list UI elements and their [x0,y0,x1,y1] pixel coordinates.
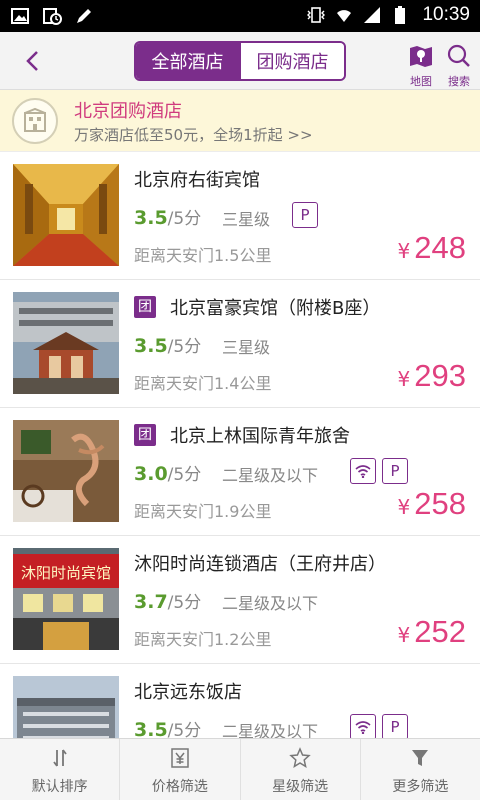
hotel-list: 北京府右街宾馆 3.5/5分 三星级 P 距离天安门1.5公里 ¥248 团北京… [0,152,480,738]
group-buy-badge: 团 [134,296,156,318]
parking-icon: P [292,202,318,228]
hotel-distance: 距离天安门1.2公里 [134,630,272,649]
hotel-rating: 3.5/5分 [134,335,202,357]
hotel-rating: 3.7/5分 [134,591,202,613]
hotel-logo-icon [12,98,58,144]
hotel-list-item[interactable]: 北京府右街宾馆 3.5/5分 三星级 P 距离天安门1.5公里 ¥248 [0,152,480,280]
hotel-star-level: 三星级 [222,338,271,357]
tab-label: 价格筛选 [151,779,208,795]
hotel-distance: 距离天安门1.5公里 [134,246,272,265]
banner-subtitle: 万家酒店低至50元，全场1折起 >> [74,126,313,144]
hotel-name: 北京远东饭店 [134,682,242,703]
filter-tab-bar: 默认排序 价格筛选 星级筛选 更多筛选 [0,738,480,800]
pencil-icon [77,9,91,23]
hotel-photo [13,292,119,394]
hotel-star-level: 三星级 [222,210,271,229]
map-icon [410,46,432,67]
parking-icon: P [382,458,408,484]
hotel-photo: 沐阳时尚宾馆 [13,548,119,650]
gallery-icon [11,8,29,24]
hotel-price: ¥248 [397,230,466,265]
signal-icon [364,7,381,23]
hotel-star-level: 二星级及以下 [222,722,319,738]
search-icon [447,44,470,67]
hotel-name: 团北京富豪宾馆（附楼B座） [134,294,380,320]
clock: 10:39 [422,4,470,25]
hotel-name: 团北京上林国际青年旅舍 [134,422,350,448]
tab-star-filter[interactable]: 星级筛选 [241,739,361,800]
hotel-star-level: 二星级及以下 [222,594,319,613]
hotel-star-level: 二星级及以下 [222,466,319,485]
amenity-tags: P [292,202,318,228]
filter-icon [412,750,429,766]
amenity-tags: P [350,714,408,738]
hotel-type-toggle: 全部酒店 团购酒店 [134,41,346,81]
tab-label: 星级筛选 [272,779,329,795]
sort-icon [52,749,67,767]
hotel-list-item[interactable]: 团北京富豪宾馆（附楼B座） 3.5/5分 三星级 距离天安门1.4公里 ¥293 [0,280,480,408]
hotel-sign-text: 沐阳时尚宾馆 [21,564,111,582]
top-header: 全部酒店 团购酒店 地图 搜索 [0,32,480,90]
tab-price-filter[interactable]: 价格筛选 [120,739,241,800]
vibrate-icon [307,7,326,23]
hotel-list-item[interactable]: 沐阳时尚宾馆 沐阳时尚连锁酒店（王府井店） 3.7/5分 二星级及以下 距离天安… [0,536,480,664]
tab-group-hotels[interactable]: 团购酒店 [239,43,344,79]
tab-label: 默认排序 [31,779,88,795]
search-button[interactable]: 搜索 [442,44,476,89]
tab-more-filter[interactable]: 更多筛选 [361,739,480,800]
hotel-price: ¥258 [397,486,466,521]
tab-all-hotels[interactable]: 全部酒店 [136,43,239,79]
back-icon[interactable] [18,46,48,76]
hotel-photo [13,164,119,266]
hotel-photo [13,676,119,738]
hotel-list-item[interactable]: 团北京上林国际青年旅舍 3.0/5分 二星级及以下 P 距离天安门1.9公里 ¥… [0,408,480,536]
hotel-list-item[interactable]: 北京远东饭店 3.5/5分 二星级及以下 P [0,664,480,738]
hotel-rating: 3.5/5分 [134,207,202,229]
map-button[interactable]: 地图 [404,44,438,89]
wifi-icon [350,714,376,738]
hotel-price: ¥252 [397,614,466,649]
battery-icon [395,6,406,24]
hotel-name: 沐阳时尚连锁酒店（王府井店） [134,554,386,575]
hotel-rating: 3.5/5分 [134,719,202,738]
wifi-icon [337,10,352,22]
map-label: 地图 [410,75,432,88]
hotel-distance: 距离天安门1.9公里 [134,502,272,521]
parking-icon: P [382,714,408,738]
status-bar: 10:39 [0,0,480,32]
group-hotel-banner[interactable]: 北京团购酒店 万家酒店低至50元，全场1折起 >> [0,90,480,152]
banner-title: 北京团购酒店 [74,101,182,122]
hotel-distance: 距离天安门1.4公里 [134,374,272,393]
hotel-photo [13,420,119,522]
tab-label: 更多筛选 [392,779,449,795]
hotel-rating: 3.0/5分 [134,463,202,485]
hotel-price: ¥293 [397,358,466,393]
star-icon [289,747,311,768]
calendar-icon [43,8,62,25]
group-buy-badge: 团 [134,424,156,446]
amenity-tags: P [350,458,408,484]
yen-icon [171,748,189,768]
search-label: 搜索 [448,75,470,88]
hotel-name: 北京府右街宾馆 [134,170,260,191]
wifi-icon [350,458,376,484]
tab-default-sort[interactable]: 默认排序 [0,739,121,800]
